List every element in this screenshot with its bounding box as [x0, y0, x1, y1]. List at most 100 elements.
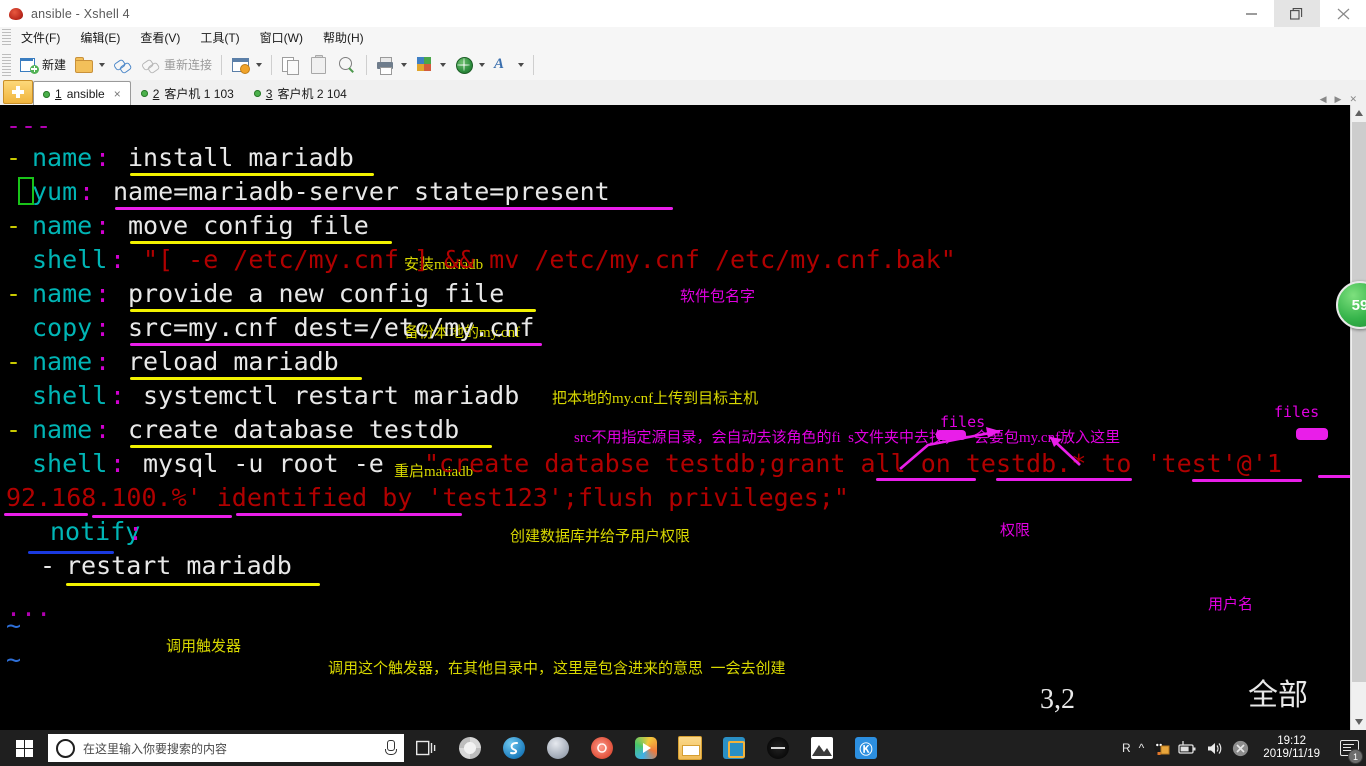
app-player[interactable] [624, 730, 668, 766]
yaml-colon: : [110, 381, 126, 410]
tab-scroll-right[interactable]: ▶ [1332, 94, 1345, 105]
print-button[interactable] [372, 52, 411, 78]
tab-ansible[interactable]: 1 ansible × [33, 81, 131, 106]
underline-yellow [66, 583, 320, 586]
toolbar-divider [221, 54, 223, 75]
color-scheme-button[interactable] [411, 52, 450, 78]
reconnect-button[interactable]: 重新连接 [137, 52, 216, 78]
chevron-down-icon[interactable] [479, 62, 486, 67]
menu-item-tools[interactable]: 工具(T) [190, 27, 249, 49]
printer-icon [376, 55, 396, 75]
chevron-down-icon[interactable] [256, 62, 263, 67]
yaml-key-shell: shell [32, 245, 108, 274]
chevron-down-icon[interactable] [99, 62, 106, 67]
menu-item-help[interactable]: 帮助(H) [313, 27, 374, 49]
font-button[interactable]: A [489, 52, 528, 78]
app-explorer[interactable] [668, 730, 712, 766]
chevron-down-icon[interactable] [518, 62, 525, 67]
app-sogou[interactable] [492, 730, 536, 766]
close-icon[interactable]: × [114, 87, 121, 101]
paste-icon [309, 55, 329, 75]
notification-count: 1 [1348, 749, 1363, 764]
cortana-icon [56, 738, 75, 758]
close-icon[interactable] [1320, 0, 1366, 27]
taskbar-clock[interactable]: 19:12 2019/11/19 [1257, 735, 1326, 761]
xshell-window: ansible - Xshell 4 文件(F) 编辑(E) 查看(V) 工具(… [0, 0, 1366, 766]
yaml-colon: : [95, 347, 111, 376]
windows-start-icon[interactable] [0, 730, 48, 766]
scrollbar-thumb[interactable] [1352, 122, 1366, 682]
tab-close-current[interactable]: ✕ [1346, 94, 1360, 105]
task-view-icon[interactable] [404, 730, 448, 766]
copy-button[interactable] [277, 52, 305, 78]
terminal-scrollbar[interactable] [1350, 105, 1366, 730]
yaml-colon: : [128, 517, 144, 546]
volume-icon[interactable] [1206, 741, 1224, 756]
app-dark[interactable] [756, 730, 800, 766]
minimize-icon[interactable] [1228, 0, 1274, 27]
yaml-key-notify: notify [50, 517, 141, 546]
terminal-screen[interactable]: --- - name : install mariadb 安装mariadb y… [0, 105, 1350, 730]
app-globe[interactable] [536, 730, 580, 766]
app-snail[interactable] [580, 730, 624, 766]
open-session-button[interactable] [70, 52, 109, 78]
tab-client-2[interactable]: 3 客户机 2 104 [244, 81, 357, 105]
yaml-value-provide-config: provide a new config file [128, 279, 505, 308]
toolbar-grip[interactable] [2, 53, 11, 76]
notification-center-button[interactable]: 1 [1334, 730, 1364, 766]
menu-bar: 文件(F) 编辑(E) 查看(V) 工具(T) 窗口(W) 帮助(H) [0, 27, 1366, 50]
yaml-dash: - [6, 279, 22, 308]
error-icon[interactable] [1232, 740, 1249, 757]
app-photos[interactable] [800, 730, 844, 766]
new-session-button[interactable]: 新建 [15, 52, 70, 78]
scroll-down-icon[interactable] [1351, 714, 1366, 730]
globe-icon [454, 55, 474, 75]
menu-item-view[interactable]: 查看(V) [130, 27, 190, 49]
menu-item-window[interactable]: 窗口(W) [250, 27, 313, 49]
yaml-dash: - [6, 143, 22, 172]
chevron-down-icon[interactable] [440, 62, 447, 67]
microphone-icon[interactable] [384, 740, 397, 756]
ime-indicator[interactable]: R [1122, 741, 1131, 755]
paste-button[interactable] [305, 52, 333, 78]
yaml-colon: : [95, 415, 111, 444]
terminal-line-1: - [6, 145, 21, 170]
app-kugou[interactable]: Ⓚ [844, 730, 888, 766]
yaml-dash: - [6, 211, 22, 240]
connect-button[interactable] [109, 52, 137, 78]
new-file-icon [19, 55, 39, 75]
battery-icon[interactable] [1178, 741, 1198, 755]
tab-scroll-controls: ◀ ▶ ✕ [1317, 94, 1366, 105]
scroll-up-icon[interactable] [1351, 105, 1366, 121]
search-input[interactable]: 在这里输入你要搜索的内容 [48, 734, 404, 762]
app-vmware[interactable] [712, 730, 756, 766]
title-bar: ansible - Xshell 4 [0, 0, 1366, 28]
chevron-down-icon[interactable] [401, 62, 408, 67]
yaml-value-yum-args: name=mariadb-server state=present [113, 177, 610, 206]
annotation-create-db-grant: 创建数据库并给予用户权限 [510, 529, 691, 545]
clock-time: 19:12 [1277, 735, 1307, 747]
qq-penguin-icon[interactable] [1152, 739, 1170, 757]
app-pinwheel[interactable] [448, 730, 492, 766]
tab-bar: 1 ansible × 2 客户机 1 103 3 客户机 2 104 ◀ ▶ … [0, 80, 1366, 106]
menu-item-edit[interactable]: 编辑(E) [70, 27, 130, 49]
underline-yellow [130, 173, 374, 176]
tab-client-1[interactable]: 2 客户机 1 103 [131, 81, 244, 105]
vim-scroll-status: 全部 [1248, 679, 1308, 712]
add-tab-button[interactable] [3, 80, 33, 104]
chevron-up-icon[interactable]: ^ [1139, 741, 1145, 755]
menu-item-file[interactable]: 文件(F) [11, 27, 70, 49]
menu-grip[interactable] [2, 29, 11, 47]
tab-scroll-left[interactable]: ◀ [1317, 94, 1330, 105]
underline-yellow [130, 377, 362, 380]
tab-index: 3 [265, 86, 273, 101]
search-placeholder: 在这里输入你要搜索的内容 [83, 741, 228, 756]
folder-icon [74, 55, 94, 75]
properties-button[interactable] [227, 52, 266, 78]
web-button[interactable] [450, 52, 489, 78]
yaml-value-create-database: create database testdb [128, 415, 460, 444]
toolbar: 新建 重新连接 A [0, 49, 1366, 81]
yaml-dash: - [6, 347, 22, 376]
find-button[interactable] [333, 52, 361, 78]
restore-icon[interactable] [1274, 0, 1320, 27]
